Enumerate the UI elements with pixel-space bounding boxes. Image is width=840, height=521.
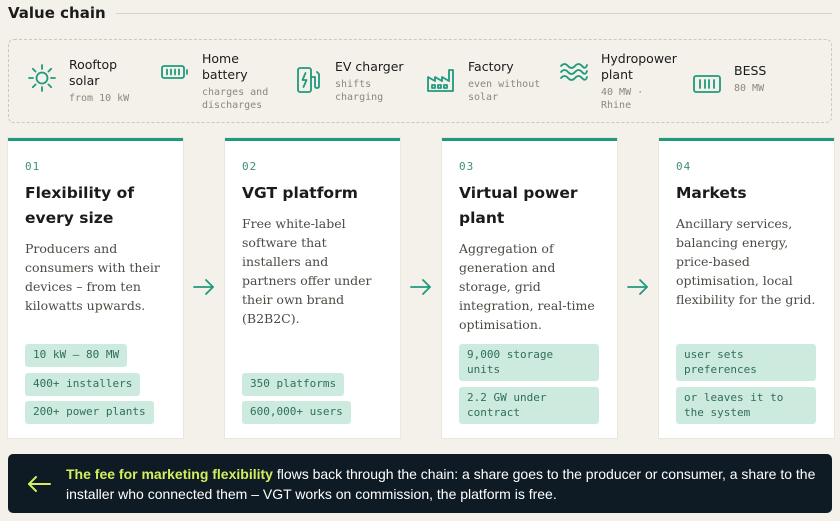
device-name: EV charger (335, 58, 404, 74)
stage-tag: user sets preferences (676, 344, 816, 381)
flow-arrow-icon (192, 278, 216, 296)
device-rooftop-solar: Rooftop solar from 10 kW (27, 57, 160, 105)
device-detail: 80 MW (734, 83, 765, 94)
device-bess: BESS 80 MW (692, 63, 825, 99)
stage-number: 04 (676, 160, 692, 173)
device-detail: even without solar (468, 78, 541, 103)
sun-icon (27, 63, 57, 93)
stage-title: Flexibility of every size (25, 184, 135, 227)
device-name: BESS (734, 63, 767, 78)
device-ev-charger: EV charger shifts charging (293, 59, 426, 104)
stage-description: Aggregation of generation and storage, g… (459, 241, 595, 332)
stage-card-markets: 04 Markets Ancillary services, balancing… (659, 138, 834, 438)
stage-number: 01 (25, 160, 41, 173)
stage-tag: 400+ installers (25, 373, 141, 396)
device-detail: 40 MW · Rhine (601, 86, 644, 111)
stage-card-virtual-power-plant: 03 Virtual power plant Aggregation of ge… (442, 138, 617, 438)
device-row: Rooftop solar from 10 kW Home battery ch… (8, 39, 832, 123)
flow-arrow-icon (626, 278, 650, 296)
stage-tag: 9,000 storage units (459, 344, 599, 381)
device-detail: shifts charging (335, 78, 384, 103)
header-divider (115, 12, 832, 14)
device-factory: Factory even without solar (426, 59, 559, 104)
stage-number: 03 (459, 160, 475, 173)
battery-icon (160, 57, 190, 87)
device-home-battery: Home battery charges and discharges (160, 51, 293, 112)
device-detail: charges and discharges (202, 86, 269, 111)
arrow-left-icon (26, 474, 52, 494)
stage-description: Free white-label software that installer… (242, 216, 372, 326)
stage-tag: 200+ power plants (25, 401, 154, 424)
device-name: Home battery (202, 50, 248, 82)
stage-tag: or leaves it to the system (676, 387, 816, 424)
flow-arrow-icon (409, 278, 433, 296)
fee-flow-banner: The fee for marketing flexibility flows … (8, 454, 832, 513)
stage-card-flexibility: 01 Flexibility of every size Producers a… (8, 138, 183, 438)
water-waves-icon (559, 57, 589, 87)
section-header: Value chain (8, 2, 832, 24)
storage-rack-icon (692, 69, 722, 99)
factory-icon (426, 65, 456, 95)
ev-charger-icon (293, 65, 323, 95)
fee-flow-text: The fee for marketing flexibility flows … (66, 464, 832, 504)
stage-description: Ancillary services, balancing energy, pr… (676, 216, 816, 307)
stage-title: Virtual power plant (459, 184, 578, 227)
device-hydropower: Hydropower plant 40 MW · Rhine (559, 51, 692, 112)
stage-tag: 600,000+ users (242, 401, 351, 424)
stage-title: Markets (676, 184, 747, 202)
device-name: Hydropower plant (601, 50, 677, 82)
stage-tag: 2.2 GW under contract (459, 387, 599, 424)
device-detail: from 10 kW (69, 93, 130, 104)
page-title: Value chain (8, 4, 106, 22)
device-name: Rooftop solar (69, 57, 118, 88)
fee-flow-highlight: The fee for marketing flexibility (66, 465, 273, 482)
stage-number: 02 (242, 160, 258, 173)
stage-tag: 10 kW – 80 MW (25, 344, 128, 367)
stage-tag: 350 platforms (242, 373, 345, 396)
device-name: Factory (468, 58, 514, 74)
stage-description: Producers and consumers with their devic… (25, 241, 160, 313)
stage-card-platform: 02 VGT platform Free white-label softwar… (225, 138, 400, 438)
stage-title: VGT platform (242, 184, 358, 202)
